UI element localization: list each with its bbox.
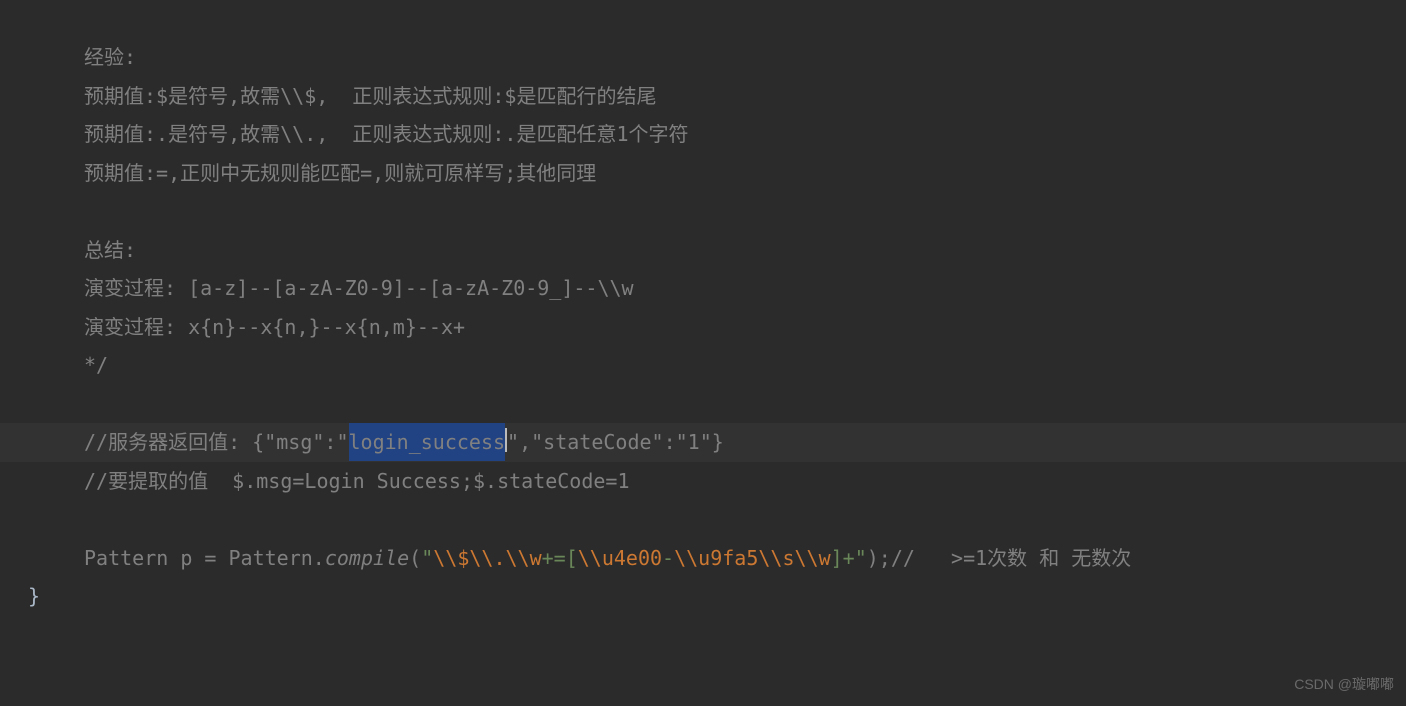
closing-brace: } <box>28 577 40 615</box>
comment-text: //要提取的值 $.msg=Login Success;$.stateCode=… <box>84 462 630 500</box>
variable: p <box>180 539 204 577</box>
code-line[interactable]: */ <box>84 346 1406 385</box>
comment-text: 预期值:.是符号,故需\\., 正则表达式规则:.是匹配任意1个字符 <box>84 115 689 153</box>
comment-text: 演变过程: [a-z]--[a-zA-Z0-9]--[a-zA-Z0-9_]--… <box>84 269 634 307</box>
string-escape: \\$\\.\\w <box>433 539 541 577</box>
string-escape: \\u4e00 <box>578 539 662 577</box>
code-line[interactable]: //要提取的值 $.msg=Login Success;$.stateCode=… <box>84 462 1406 501</box>
comment-text: ","stateCode":"1"} <box>507 423 724 461</box>
code-line[interactable]: Pattern p = Pattern.compile("\\$\\.\\w+=… <box>84 539 1406 578</box>
code-line-highlighted[interactable]: //服务器返回值: {"msg":"login_success","stateC… <box>0 423 1406 462</box>
paren: ); <box>867 539 891 577</box>
code-line[interactable]: 演变过程: [a-z]--[a-zA-Z0-9]--[a-zA-Z0-9_]--… <box>84 269 1406 308</box>
comment-text: 预期值:=,正则中无规则能匹配=,则就可原样写;其他同理 <box>84 154 596 192</box>
string-escape: \\u9fa5\\s\\w <box>674 539 831 577</box>
text-cursor <box>505 428 507 452</box>
paren: ( <box>409 539 421 577</box>
selected-text: login_success <box>349 423 506 461</box>
code-line[interactable]: 经验: <box>84 38 1406 77</box>
string-literal: " <box>421 539 433 577</box>
code-line[interactable]: 预期值:$是符号,故需\\$, 正则表达式规则:$是匹配行的结尾 <box>84 77 1406 116</box>
comment-text: 演变过程: x{n}--x{n,}--x{n,m}--x+ <box>84 308 465 346</box>
code-text: = Pattern. <box>204 539 324 577</box>
code-line[interactable]: 演变过程: x{n}--x{n,}--x{n,m}--x+ <box>84 308 1406 347</box>
comment-end: */ <box>84 346 108 384</box>
string-literal: ]+" <box>831 539 867 577</box>
code-editor[interactable]: 经验: 预期值:$是符号,故需\\$, 正则表达式规则:$是匹配行的结尾 预期值… <box>0 0 1406 616</box>
method-name: compile <box>325 539 409 577</box>
code-line[interactable] <box>84 192 1406 231</box>
code-line[interactable]: 预期值:.是符号,故需\\., 正则表达式规则:.是匹配任意1个字符 <box>84 115 1406 154</box>
code-line[interactable]: 总结: <box>84 231 1406 270</box>
comment-text: 经验: <box>84 38 136 76</box>
string-literal: +=[ <box>542 539 578 577</box>
comment-text: // >=1次数 和 无数次 <box>891 539 1131 577</box>
comment-text: //服务器返回值: {"msg":" <box>84 423 349 461</box>
string-literal: - <box>662 539 674 577</box>
class-name: Pattern <box>84 539 180 577</box>
code-line[interactable]: 预期值:=,正则中无规则能匹配=,则就可原样写;其他同理 <box>84 154 1406 193</box>
comment-text: 预期值:$是符号,故需\\$, 正则表达式规则:$是匹配行的结尾 <box>84 77 656 115</box>
watermark: CSDN @璇嘟嘟 <box>1294 671 1394 698</box>
code-line[interactable] <box>84 500 1406 539</box>
code-line[interactable]: } <box>28 577 1406 616</box>
code-line[interactable] <box>84 385 1406 424</box>
comment-text: 总结: <box>84 231 136 269</box>
